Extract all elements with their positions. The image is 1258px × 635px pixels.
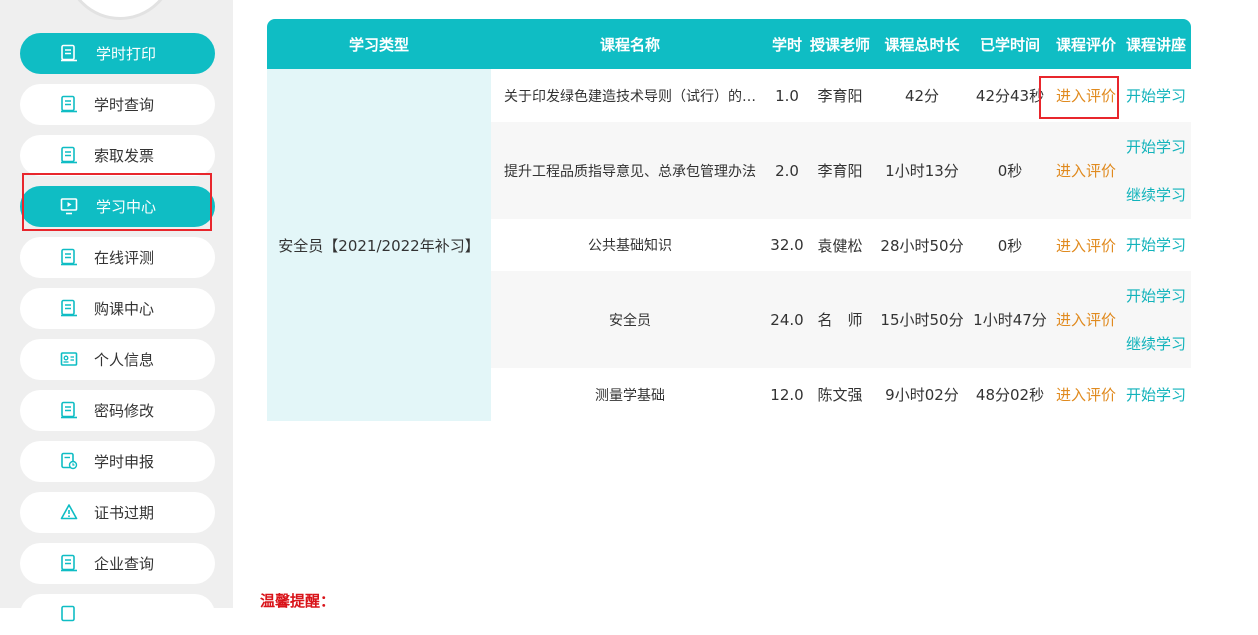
course-name-cell: 公共基础知识 [491, 219, 769, 271]
document-icon [61, 401, 77, 419]
sidebar-item-hours-print[interactable]: 学时打印 [20, 33, 215, 74]
sidebar-item-invoice[interactable]: 索取发票 [20, 135, 215, 176]
lecture-cell: 开始学习 [1121, 368, 1191, 421]
table-header-row: 学习类型 课程名称 学时 授课老师 课程总时长 已学时间 课程评价 课程讲座 [267, 19, 1191, 69]
teacher-cell: 陈文强 [805, 368, 875, 421]
sidebar-item-online-test[interactable]: 在线评测 [20, 237, 215, 278]
start-study-link[interactable]: 开始学习 [1121, 233, 1191, 257]
hours-cell: 1.0 [769, 69, 805, 122]
continue-study-link[interactable]: 继续学习 [1121, 332, 1191, 356]
document-icon [61, 299, 77, 317]
sidebar-item-course-shop[interactable]: 购课中心 [20, 288, 215, 329]
start-study-link[interactable]: 开始学习 [1121, 383, 1191, 407]
hours-cell: 12.0 [769, 368, 805, 421]
document-icon [61, 554, 77, 572]
study-type-cell: 安全员【2021/2022年补习】 [267, 69, 491, 421]
sidebar-item-hours-declare[interactable]: 学时申报 [20, 441, 215, 482]
sidebar-item-label: 证书过期 [94, 504, 155, 522]
course-name: 关于印发绿色建造技术导则（试行）的通知 [504, 88, 764, 105]
sidebar-item-label: 在线评测 [94, 249, 155, 267]
document-icon [61, 146, 77, 164]
sidebar-item-label: 个人信息 [94, 351, 155, 369]
course-table: 学习类型 课程名称 学时 授课老师 课程总时长 已学时间 课程评价 课程讲座 安… [267, 19, 1191, 421]
evaluation-cell: 进入评价 [1051, 122, 1121, 219]
total-duration-cell: 9小时02分 [875, 368, 969, 421]
header-evaluation: 课程评价 [1051, 19, 1121, 69]
document-icon [61, 248, 77, 266]
lecture-cell: 开始学习 [1121, 219, 1191, 271]
sidebar-item-password[interactable]: 密码修改 [20, 390, 215, 431]
sidebar-item-label: 购课中心 [94, 300, 155, 318]
start-study-link[interactable]: 开始学习 [1121, 84, 1191, 108]
course-name-cell: 提升工程品质指导意见、总承包管理办法 [491, 122, 769, 219]
header-course-name: 课程名称 [491, 19, 769, 69]
evaluation-cell: 进入评价 [1051, 219, 1121, 271]
start-study-link[interactable]: 开始学习 [1121, 284, 1191, 308]
sidebar-item-cert-expired[interactable]: 证书过期 [20, 492, 215, 533]
header-lecture: 课程讲座 [1121, 19, 1191, 69]
teacher-cell: 袁健松 [805, 219, 875, 271]
studied-time-cell: 0秒 [969, 219, 1051, 271]
sidebar-item-study-center[interactable]: 学习中心 [20, 186, 215, 227]
header-total-duration: 课程总时长 [875, 19, 969, 69]
enter-evaluation-link[interactable]: 进入评价 [1056, 237, 1116, 255]
header-studied-time: 已学时间 [969, 19, 1051, 69]
hours-cell: 24.0 [769, 271, 805, 368]
total-duration-cell: 42分 [875, 69, 969, 122]
header-teacher: 授课老师 [805, 19, 875, 69]
total-duration-cell: 1小时13分 [875, 122, 969, 219]
lecture-cell: 开始学习 继续学习 [1121, 122, 1191, 219]
start-study-link[interactable]: 开始学习 [1121, 135, 1191, 159]
studied-time-cell: 48分02秒 [969, 368, 1051, 421]
studied-time-cell: 1小时47分 [969, 271, 1051, 368]
teacher-cell: 名 师 [805, 271, 875, 368]
header-hours: 学时 [769, 19, 805, 69]
evaluation-cell: 进入评价 [1051, 69, 1121, 122]
play-screen-icon [60, 198, 78, 215]
teacher-cell: 李育阳 [805, 122, 875, 219]
hours-cell: 2.0 [769, 122, 805, 219]
sidebar: 学时打印 学时查询 索取发票 学习中心 在线评测 购课中心 个人信息 密码修改 … [0, 0, 233, 635]
sidebar-item-label: 学时打印 [96, 45, 157, 63]
studied-time-cell: 0秒 [969, 122, 1051, 219]
sidebar-item-label: 学习中心 [96, 198, 157, 216]
course-name-cell: 安全员 [491, 271, 769, 368]
id-card-icon [60, 352, 78, 366]
document-clock-icon [61, 452, 78, 470]
enter-evaluation-link[interactable]: 进入评价 [1056, 386, 1116, 404]
sidebar-item-label: 索取发票 [94, 147, 155, 165]
studied-time-cell: 42分43秒 [969, 69, 1051, 122]
evaluation-cell: 进入评价 [1051, 368, 1121, 421]
document-icon [61, 44, 77, 62]
sidebar-item-hours-query[interactable]: 学时查询 [20, 84, 215, 125]
total-duration-cell: 15小时50分 [875, 271, 969, 368]
course-name-cell: 关于印发绿色建造技术导则（试行）的通知 [491, 69, 769, 122]
enter-evaluation-link[interactable]: 进入评价 [1056, 87, 1116, 105]
evaluation-cell: 进入评价 [1051, 271, 1121, 368]
hours-cell: 32.0 [769, 219, 805, 271]
sidebar-item-label: 密码修改 [94, 402, 155, 420]
sidebar-item-label: 学时申报 [94, 453, 155, 471]
sidebar-item-label: 学时查询 [94, 96, 155, 114]
total-duration-cell: 28小时50分 [875, 219, 969, 271]
sidebar-item-label: 企业查询 [94, 555, 155, 573]
warning-icon [60, 504, 78, 520]
sidebar-item-profile[interactable]: 个人信息 [20, 339, 215, 380]
table-row: 安全员【2021/2022年补习】 关于印发绿色建造技术导则（试行）的通知 1.… [267, 69, 1191, 421]
course-name-cell: 测量学基础 [491, 368, 769, 421]
sidebar-item-partial[interactable] [20, 594, 215, 635]
lecture-cell: 开始学习 [1121, 69, 1191, 122]
course-name: 提升工程品质指导意见、总承包管理办法 [504, 163, 756, 180]
continue-study-link[interactable]: 继续学习 [1121, 183, 1191, 207]
avatar[interactable] [65, 0, 175, 20]
document-icon [61, 95, 77, 113]
header-study-type: 学习类型 [267, 19, 491, 69]
enter-evaluation-link[interactable]: 进入评价 [1056, 162, 1116, 180]
teacher-cell: 李育阳 [805, 69, 875, 122]
lecture-cell: 开始学习 继续学习 [1121, 271, 1191, 368]
enter-evaluation-link[interactable]: 进入评价 [1056, 311, 1116, 329]
sidebar-item-company-query[interactable]: 企业查询 [20, 543, 215, 584]
